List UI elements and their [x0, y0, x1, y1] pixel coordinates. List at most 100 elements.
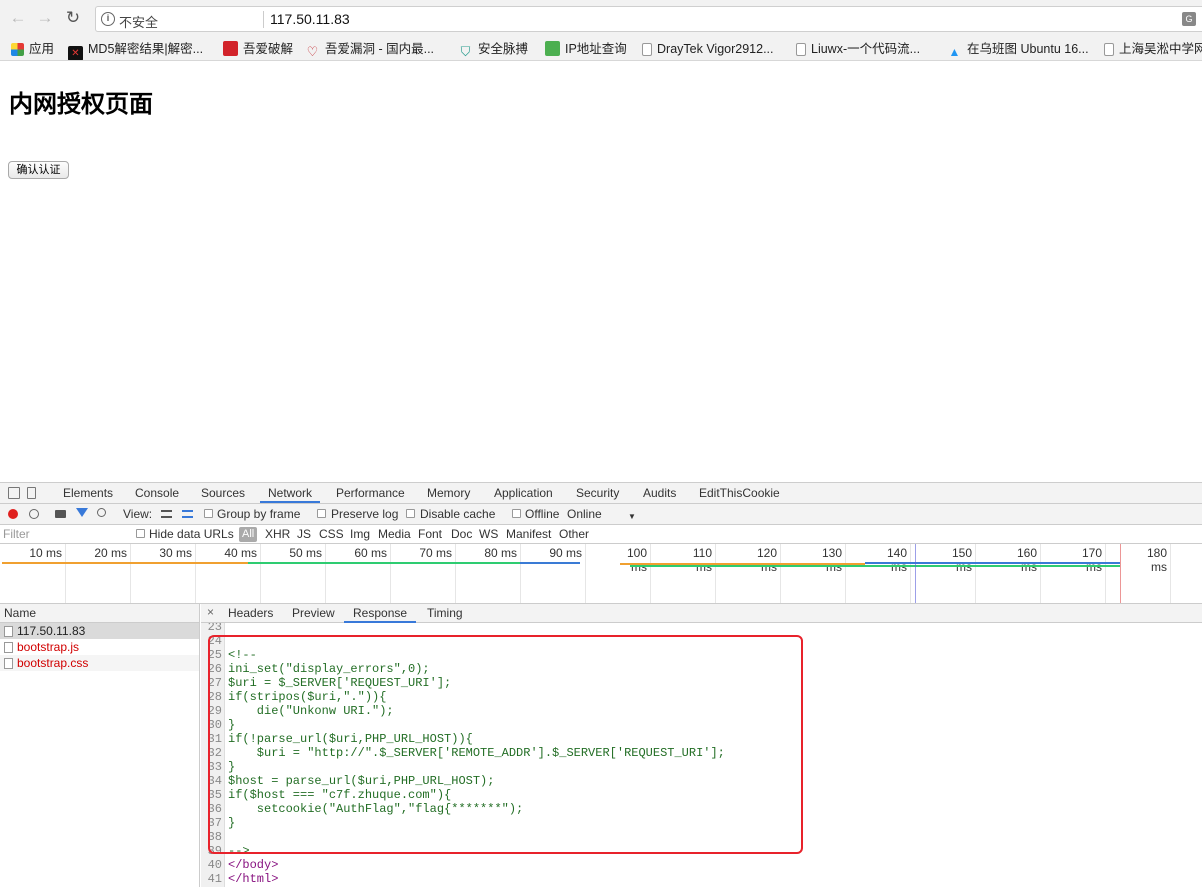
timeline-gridline	[1170, 544, 1171, 603]
bookmark-liuwx[interactable]: Liuwx-一个代码流...	[796, 40, 920, 58]
back-arrow-icon[interactable]: ←	[8, 8, 28, 28]
timeline-tick-label: 30 ms	[159, 546, 192, 560]
filter-input[interactable]: Filter	[3, 527, 30, 541]
tab-performance[interactable]: Performance	[336, 485, 405, 501]
bookmark-label: 吾爱破解	[243, 42, 294, 56]
hide-data-urls-label: Hide data URLs	[149, 527, 234, 541]
type-filter-manifest[interactable]: Manifest	[506, 527, 551, 542]
timeline-tick-label: 80 ms	[484, 546, 517, 560]
timeline-gridline	[910, 544, 911, 603]
forward-arrow-icon[interactable]: →	[35, 8, 55, 28]
line-number: 23	[207, 623, 222, 634]
type-filter-ws[interactable]: WS	[479, 527, 498, 542]
bookmark-secpulse[interactable]: ⛉ 安全脉搏	[458, 40, 528, 59]
52pojie-logo-icon	[223, 41, 238, 56]
url-text[interactable]: 117.50.11.83	[270, 11, 350, 27]
request-row[interactable]: 117.50.11.83	[0, 623, 199, 639]
filter-icon[interactable]	[76, 508, 88, 517]
hide-data-urls-checkbox[interactable]	[136, 529, 145, 538]
bookmark-ip[interactable]: IP地址查询	[545, 40, 627, 58]
tab-console[interactable]: Console	[135, 485, 179, 501]
tab-preview[interactable]: Preview	[292, 605, 335, 621]
type-filter-css[interactable]: CSS	[319, 527, 344, 542]
tab-audits[interactable]: Audits	[643, 485, 676, 501]
name-column-header[interactable]: Name	[0, 604, 199, 623]
list-view-icon[interactable]	[161, 510, 172, 518]
page-icon	[642, 43, 652, 56]
insecure-label[interactable]: 不安全	[119, 12, 158, 31]
type-filter-doc[interactable]: Doc	[451, 527, 472, 542]
tab-timing[interactable]: Timing	[427, 605, 463, 621]
network-timeline-overview[interactable]: 10 ms 20 ms 30 ms 40 ms 50 ms 60 ms 70 ms 80 ms…	[0, 544, 1202, 604]
chevron-down-icon[interactable]: ▼	[628, 509, 636, 525]
tab-editthiscookie[interactable]: EditThisCookie	[699, 485, 780, 501]
timeline-tick-label: 70 ms	[419, 546, 452, 560]
bookmark-label: MD5解密结果|解密...	[88, 42, 204, 56]
type-filter-font[interactable]: Font	[418, 527, 442, 542]
request-name: 117.50.11.83	[17, 624, 86, 638]
type-filter-media[interactable]: Media	[378, 527, 411, 542]
tab-security[interactable]: Security	[576, 485, 619, 501]
bookmark-apps[interactable]: 应用	[11, 40, 54, 58]
timeline-gridline	[520, 544, 521, 603]
record-icon[interactable]	[8, 509, 18, 519]
throttling-select[interactable]: Online	[567, 506, 602, 522]
tab-headers[interactable]: Headers	[228, 605, 273, 621]
type-filter-js[interactable]: JS	[297, 527, 311, 542]
x-logo-icon: ✕	[68, 46, 83, 60]
reload-icon[interactable]: ↻	[63, 8, 83, 28]
type-filter-img[interactable]: Img	[350, 527, 370, 542]
close-icon[interactable]: ×	[207, 605, 214, 619]
request-row[interactable]: bootstrap.js	[0, 639, 199, 655]
tab-elements[interactable]: Elements	[63, 485, 113, 501]
bookmark-ubuntu[interactable]: ▲ 在乌班图 Ubuntu 16...	[947, 40, 1089, 59]
bookmark-draytek[interactable]: DrayTek Vigor2912...	[642, 40, 774, 58]
offline-checkbox[interactable]	[512, 509, 521, 518]
request-list: Name 117.50.11.83 bootstrap.js bootstrap…	[0, 604, 200, 887]
tab-application[interactable]: Application	[494, 485, 553, 501]
device-toggle-icon[interactable]	[27, 487, 36, 499]
confirm-auth-button[interactable]: 确认认证	[8, 161, 69, 179]
address-bar[interactable]: i 不安全 117.50.11.83 G	[95, 6, 1202, 32]
file-icon	[4, 626, 13, 637]
type-filter-other[interactable]: Other	[559, 527, 589, 542]
bookmark-school[interactable]: 上海吴淞中学网	[1104, 40, 1202, 58]
tab-response[interactable]: Response	[344, 605, 417, 623]
request-row[interactable]: bootstrap.css	[0, 655, 199, 671]
bookmark-md5[interactable]: ✕ MD5解密结果|解密...	[68, 40, 204, 60]
bookmark-52bug[interactable]: ♡ 吾爱漏洞 - 国内最...	[305, 40, 434, 59]
translate-icon[interactable]: G	[1182, 12, 1196, 26]
search-icon[interactable]	[97, 508, 106, 517]
group-by-frame-checkbox[interactable]	[204, 509, 213, 518]
screenshot-icon[interactable]	[55, 510, 66, 518]
bookmark-52pojie[interactable]: 吾爱破解	[223, 40, 293, 58]
tab-network[interactable]: Network	[260, 485, 321, 503]
file-icon	[4, 642, 13, 653]
address-separator	[263, 11, 264, 28]
timeline-request-bar	[520, 562, 580, 564]
disable-cache-checkbox[interactable]	[406, 509, 415, 518]
tab-sources[interactable]: Sources	[201, 485, 245, 501]
timeline-gridline	[845, 544, 846, 603]
line-number: 40	[207, 858, 222, 872]
info-icon[interactable]: i	[101, 12, 115, 26]
timeline-tick-label: 60 ms	[354, 546, 387, 560]
bookmark-label: 应用	[29, 42, 55, 56]
preserve-log-label: Preserve log	[331, 507, 399, 521]
timeline-tick-label: 50 ms	[289, 546, 322, 560]
timeline-gridline	[650, 544, 651, 603]
type-filter-xhr[interactable]: XHR	[265, 527, 290, 542]
bookmark-label: IP地址查询	[565, 42, 627, 56]
timeline-gridline	[65, 544, 66, 603]
ip-logo-icon	[545, 41, 560, 56]
clear-icon[interactable]	[29, 509, 39, 519]
timeline-request-bar	[865, 562, 1120, 564]
tab-memory[interactable]: Memory	[427, 485, 470, 501]
detail-tab-bar: × Headers Preview Response Timing	[201, 604, 1202, 623]
type-filter-all[interactable]: All	[239, 527, 258, 542]
inspect-element-icon[interactable]	[8, 487, 20, 499]
timeline-gridline	[1040, 544, 1041, 603]
preserve-log-checkbox[interactable]	[317, 509, 326, 518]
timeline-tick-label: 10 ms	[29, 546, 62, 560]
waterfall-view-icon[interactable]	[182, 510, 193, 518]
